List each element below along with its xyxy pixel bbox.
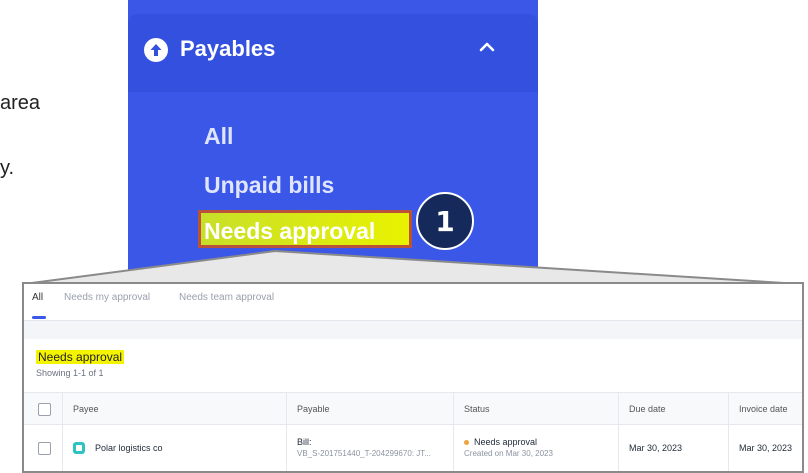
active-tab-indicator bbox=[32, 316, 46, 319]
tab-needs-my-approval[interactable]: Needs my approval bbox=[64, 292, 150, 303]
table-header-row: Payee Payable Status Due date Invoice da… bbox=[24, 392, 802, 425]
column-header-payable[interactable]: Payable bbox=[286, 393, 453, 425]
tab-all[interactable]: All bbox=[32, 292, 43, 303]
due-date: Mar 30, 2023 bbox=[629, 443, 683, 453]
table-row[interactable]: Polar logistics co Bill: VB_S-201751440_… bbox=[24, 424, 802, 471]
row-checkbox[interactable] bbox=[38, 441, 51, 455]
column-header-payee[interactable]: Payee bbox=[62, 393, 286, 425]
column-header-due-date[interactable]: Due date bbox=[618, 393, 728, 425]
due-date-cell: Mar 30, 2023 bbox=[618, 425, 728, 471]
select-all-cell bbox=[24, 393, 62, 425]
section-title: Needs approval bbox=[36, 350, 125, 364]
invoice-date: Mar 30, 2023 bbox=[739, 443, 793, 453]
payee-cell: Polar logistics co bbox=[62, 425, 286, 471]
payable-cell: Bill: VB_S-201751440_T-204299670: JT... bbox=[286, 425, 453, 471]
column-header-invoice-date[interactable]: Invoice date bbox=[728, 393, 802, 425]
payee-name[interactable]: Polar logistics co bbox=[95, 443, 163, 453]
status-created-date: Created on Mar 30, 2023 bbox=[464, 449, 553, 458]
status-badge: Needs approval bbox=[474, 437, 538, 447]
payable-type: Bill: bbox=[297, 437, 312, 447]
tab-needs-team-approval[interactable]: Needs team approval bbox=[179, 292, 274, 303]
status-cell: Needs approval Created on Mar 30, 2023 bbox=[453, 425, 618, 471]
panel-band bbox=[24, 321, 802, 339]
payable-reference[interactable]: VB_S-201751440_T-204299670: JT... bbox=[297, 448, 431, 460]
select-all-checkbox[interactable] bbox=[38, 402, 51, 416]
building-icon bbox=[73, 442, 85, 454]
status-dot-icon bbox=[464, 440, 469, 446]
row-select-cell bbox=[24, 425, 62, 471]
approval-tabs: All Needs my approval Needs team approva… bbox=[24, 284, 802, 321]
column-header-status[interactable]: Status bbox=[453, 393, 618, 425]
invoice-date-cell: Mar 30, 2023 bbox=[728, 425, 802, 471]
needs-approval-panel: All Needs my approval Needs team approva… bbox=[22, 282, 804, 473]
results-count: Showing 1-1 of 1 bbox=[36, 368, 104, 378]
